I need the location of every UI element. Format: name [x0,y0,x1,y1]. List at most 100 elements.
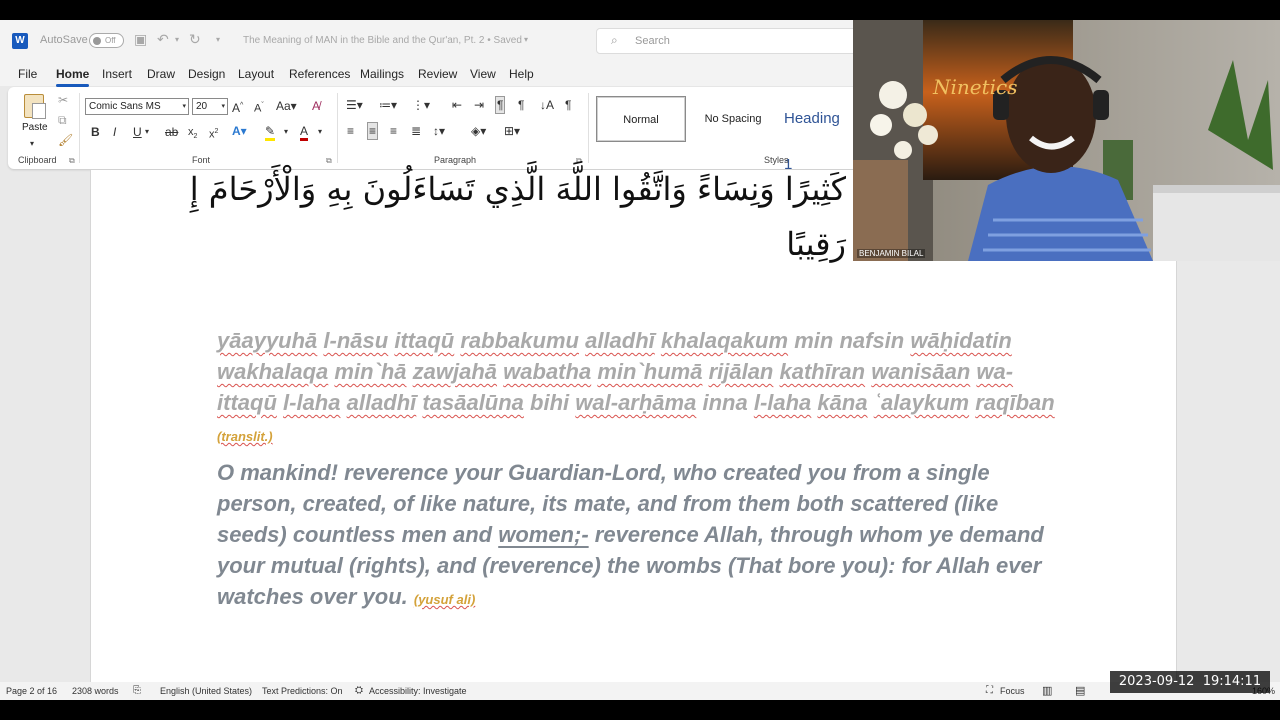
translit-word: zawjahā [412,359,498,384]
font-color-icon[interactable]: A [300,124,309,141]
tab-help[interactable]: Help [509,67,534,81]
translit-word: alladhī [585,328,655,353]
font-name-box[interactable]: Comic Sans MS ▾ [85,98,189,115]
translit-word: kathīran [779,359,866,384]
tab-design[interactable]: Design [188,67,225,81]
paste-icon[interactable] [24,94,46,119]
undo-dropdown-icon[interactable]: ▾ [175,35,179,44]
print-layout-icon[interactable]: ▤ [1075,684,1085,697]
translit-word: rabbakumu [460,328,579,353]
redo-icon[interactable]: ↻ [189,31,201,48]
focus-icon[interactable]: ⛶ [986,685,993,696]
tab-draw[interactable]: Draw [147,67,175,81]
read-mode-icon[interactable]: ▥ [1042,684,1052,697]
align-right-icon[interactable]: ≡ [390,124,397,138]
styles-group-label: Styles [764,155,789,165]
translit-word: wal-arḥāma [575,390,697,415]
highlight-dropdown-icon[interactable]: ▾ [284,125,288,139]
translit-word: wakhalaqa [217,359,329,384]
paste-button[interactable]: Paste [22,122,48,133]
undo-icon[interactable]: ↶ [157,31,169,48]
grow-font-icon[interactable]: A^ [232,99,243,115]
translit-word: alladhī [346,390,417,415]
tab-references[interactable]: References [289,67,350,81]
focus-button[interactable]: Focus [1000,686,1025,696]
paste-dropdown-icon[interactable]: ▾ [30,137,34,151]
bullets-icon[interactable]: ☰▾ [346,98,363,112]
transliteration-paragraph: yāayyuhā l-nāsu ittaqū rabbakumu alladhī… [217,325,1057,452]
tab-review[interactable]: Review [418,67,457,81]
document-title[interactable]: The Meaning of MAN in the Bible and the … [243,35,522,46]
underline-dropdown-icon[interactable]: ▾ [145,125,149,139]
cut-icon[interactable]: ✂ [58,93,68,107]
borders-icon[interactable]: ⊞▾ [504,124,520,138]
proofing-icon[interactable]: ⎘ [133,685,141,696]
clipboard-launcher-icon[interactable]: ⧉ [69,156,75,166]
language[interactable]: English (United States) [160,686,252,696]
word-count[interactable]: 2308 words [72,686,119,696]
line-spacing-icon[interactable]: ↕▾ [433,124,445,138]
title-chevron-down-icon[interactable]: ▾ [524,35,528,44]
tab-mailings[interactable]: Mailings [360,67,404,81]
rtl-direction-icon[interactable]: ¶ [518,98,524,112]
group-divider [79,93,80,163]
font-launcher-icon[interactable]: ⧉ [326,156,332,166]
sort-icon[interactable]: ↓A [540,98,554,112]
search-box[interactable]: ⌕ Search [596,28,896,54]
copy-icon[interactable]: ⧉ [58,113,67,127]
tab-layout[interactable]: Layout [238,67,274,81]
autosave-toggle[interactable]: Off [89,33,124,48]
shading-icon[interactable]: ◈▾ [471,124,486,138]
show-formatting-icon[interactable]: ¶ [565,98,571,112]
numbering-icon[interactable]: ≔▾ [379,98,397,112]
translit-word: tasāalūna [422,390,524,415]
align-left-icon[interactable]: ≡ [347,124,354,138]
accessibility-icon[interactable]: ⛭ [355,685,363,696]
shrink-font-icon[interactable]: Aˇ [254,99,264,116]
style-no-spacing[interactable]: No Spacing [688,96,778,142]
translation-underlined-word: women;- [498,522,589,547]
autosave-label: AutoSave [40,34,88,46]
italic-icon[interactable]: I [113,125,116,139]
font-color-dropdown-icon[interactable]: ▾ [318,125,322,139]
subscript-icon[interactable]: x2 [188,125,197,144]
increase-indent-icon[interactable]: ⇥ [474,98,484,112]
tab-home[interactable]: Home [56,67,90,87]
text-predictions[interactable]: Text Predictions: On [262,686,343,696]
decrease-indent-icon[interactable]: ⇤ [452,98,462,112]
align-center-icon[interactable]: ≡ [367,122,379,140]
text-effects-icon[interactable]: A▾ [232,124,247,138]
superscript-icon[interactable]: x2 [209,125,218,142]
font-size-box[interactable]: 20 ▾ [192,98,228,115]
poster-title: Ninetics [933,75,1018,99]
strikethrough-icon[interactable]: ab [165,125,178,139]
tab-view[interactable]: View [470,67,496,81]
format-painter-icon[interactable]: 🖌 [58,133,73,147]
group-divider [337,93,338,163]
tab-file[interactable]: File [18,67,37,81]
paragraph-launcher-icon[interactable]: ⧉ [576,156,582,166]
webcam-scene [853,20,1280,261]
clear-formatting-icon[interactable]: A̸ [312,99,320,113]
change-case-icon[interactable]: Aa▾ [276,99,297,113]
font-name-chevron-down-icon[interactable]: ▾ [182,102,186,110]
participant-name: BENJAMIN BILAL [857,249,926,258]
bold-icon[interactable]: B [91,125,100,139]
save-icon[interactable]: ▣ [134,31,147,48]
justify-icon[interactable]: ≣ [411,124,421,138]
page-count[interactable]: Page 2 of 16 [6,686,57,696]
highlight-color-icon[interactable]: ✎ [265,124,276,141]
translit-word: ʿalaykum [873,390,970,415]
customize-toolbar-icon[interactable]: ▾ [216,35,220,44]
ltr-direction-icon[interactable]: ¶ [495,96,506,114]
style-heading-1[interactable]: Heading 1 [780,96,850,173]
style-normal[interactable]: Normal [596,96,686,142]
accessibility-status[interactable]: Accessibility: Investigate [369,686,467,696]
translit-word: min`hā [334,359,407,384]
font-size-chevron-down-icon[interactable]: ▾ [221,102,225,110]
webcam-video: Ninetics BENJAMIN BILAL [853,20,1280,261]
paragraph-group-label: Paragraph [434,155,477,165]
tab-insert[interactable]: Insert [102,67,132,81]
multilevel-list-icon[interactable]: ⋮▾ [412,98,430,112]
underline-icon[interactable]: U [133,125,142,139]
